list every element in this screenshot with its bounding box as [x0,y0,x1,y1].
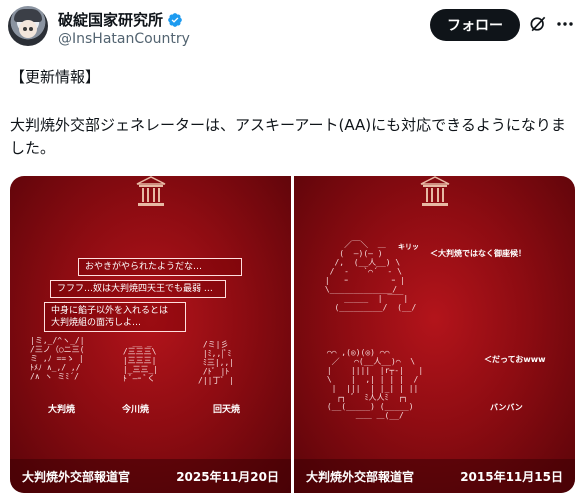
grok-icon[interactable] [528,14,548,34]
speech-bubble-3: 中身に餡子以外を入れるとは 大判焼組の面汚しよ… [44,302,186,332]
ascii-art-ohbanyaki: |ミ,_/^ヽ_/| /三ノ（○ニ三( ミ ,ﾉ ==ゝ | ﾄﾒﾉ ∧_,/ … [30,336,85,381]
footer-name-left: 大判焼外交部報道官 [22,469,131,484]
tweet-body: 大判焼外交部ジェネレーターは、アスキーアート(AA)にも対応できるようになりまし… [10,116,566,157]
name-row: 破綻国家研究所 [58,9,183,30]
media-footer-left: 大判焼外交部報道官 2025年11月20日 [10,459,291,493]
media-image-right[interactable]: キリッ ＜大判焼ではなく御座候！ ／￣＼ ＿ ( ―)(― ) /, (__人_… [294,176,575,493]
label-imagawayaki: 今川焼 [122,405,150,415]
footer-date-right: 2015年11月15日 [460,469,563,484]
media-image-left[interactable]: おやきがやられたようだな… フフフ…奴は大判焼四天王でも最弱 … 中身に餡子以外… [10,176,291,493]
verified-badge-icon [168,12,182,27]
media-grid: おやきがやられたようだな… フフフ…奴は大判焼四天王でも最弱 … 中身に餡子以外… [10,176,575,493]
avatar[interactable] [8,6,48,46]
ascii-art-imagawayaki: __ _ /三三三\ |三三三| |_三三_| ﾄ ﾞ―ｰ ﾞく [122,338,159,383]
label-ohbanyaki: 大判焼 [48,405,76,415]
tweet-heading: 【更新情報】 [10,68,101,86]
footer-date-left: 2025年11月20日 [176,469,279,484]
display-name[interactable]: 破綻国家研究所 [58,9,163,30]
temple-logo-icon [420,176,449,206]
text-banban: バンバン [490,403,523,412]
ascii-art-top: ／￣＼ ＿ ( ―)(― ) /, (__人__) \ / ‐ `⌒´ ‐ \ … [324,240,417,312]
footer-name-right: 大判焼外交部報道官 [306,469,415,484]
speech-bubble-1: おやきがやられたようだな… [78,258,242,276]
text-dattewww: ＜だっておwww [484,355,546,364]
media-footer-right: 大判焼外交部報道官 2015年11月15日 [294,459,575,493]
speech-bubble-2: フフフ…奴は大判焼四天王でも最弱 … [50,280,226,298]
ascii-art-kaitenyaki: /ミ|彡 |ﾐ,,|ﾞﾐ ﾐ三|,,| /ﾄﾞ |ﾄ /||丁ﾞ | [198,340,235,385]
label-kaitenyaki: 回天焼 [213,405,241,415]
temple-logo-icon [136,176,165,206]
tweet-text: 【更新情報】 大判焼外交部ジェネレーターは、アスキーアート(AA)にも対応できる… [10,66,570,160]
ascii-art-bottom: ⌒⌒ ,(◎)(◎) ⌒⌒ ／ ⌒(__人__)⌒ \ | |||| |r┬-|… [326,348,424,420]
follow-button[interactable]: フォロー [430,9,520,41]
text-gozasoro: ＜大判焼ではなく御座候！ [430,249,526,258]
more-icon[interactable] [556,14,574,34]
handle[interactable]: @InsHatanCountry [58,31,190,47]
